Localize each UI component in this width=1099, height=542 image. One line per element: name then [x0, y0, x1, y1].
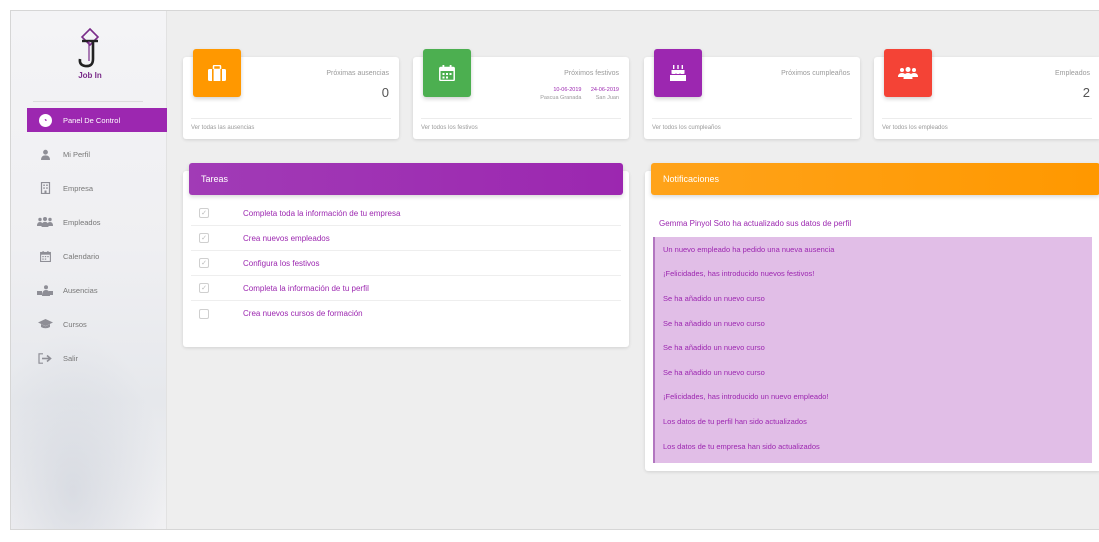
card-proximos-festivos: Próximos festivos 10-06-2019 24-06-2019 … [413, 49, 629, 139]
task-checkbox[interactable] [199, 308, 209, 319]
card-proximas-ausencias: Próximas ausencias 0 Ver todas las ausen… [183, 49, 399, 139]
notification-item[interactable]: Se ha añadido un nuevo curso [655, 311, 1092, 336]
task-label[interactable]: Configura los festivos [243, 259, 319, 268]
sidebar-item-label: Salir [63, 353, 79, 363]
ver-empleados-link[interactable]: Ver todos los empleados [882, 125, 948, 131]
sidebar-item-empresa[interactable]: Empresa [27, 171, 167, 205]
card-title: Próximas ausencias [326, 70, 389, 77]
task-checkbox[interactable]: ✓ [199, 283, 209, 293]
users-icon [884, 49, 932, 97]
card-divider [652, 118, 852, 119]
task-label[interactable]: Crea nuevos cursos de formación [243, 309, 363, 318]
card-title: Próximos cumpleaños [781, 70, 850, 77]
notification-item[interactable]: Un nuevo empleado ha pedido una nueva au… [655, 237, 1092, 262]
ver-festivos-link[interactable]: Ver todos los festivos [421, 125, 478, 131]
sidebar-item-cursos[interactable]: Cursos [27, 307, 167, 341]
sidebar-item-panel-de-control[interactable]: ◔ Panel De Control [27, 108, 167, 132]
festivo-name: San Juan [595, 95, 619, 101]
notification-item[interactable]: ¡Felicidades, has introducido un nuevo e… [655, 385, 1092, 410]
absence-icon [37, 283, 53, 297]
card-divider [421, 118, 621, 119]
task-label[interactable]: Completa toda la información de tu empre… [243, 209, 400, 218]
task-label[interactable]: Completa la información de tu perfil [243, 284, 369, 293]
notification-item[interactable]: Se ha añadido un nuevo curso [655, 286, 1092, 311]
ver-ausencias-link[interactable]: Ver todas las ausencias [191, 125, 254, 131]
task-row: ✓ Completa toda la información de tu emp… [191, 201, 621, 226]
birthday-cake-icon [654, 49, 702, 97]
task-row: Crea nuevos cursos de formación [191, 301, 621, 326]
card-title: Empleados [1054, 70, 1090, 77]
notification-list: Un nuevo empleado ha pedido una nueva au… [653, 237, 1092, 463]
sidebar-item-label: Empleados [63, 217, 101, 227]
task-checkbox[interactable]: ✓ [199, 233, 209, 243]
festivo-date: 24-06-2019 [590, 87, 619, 93]
festivos-list: 10-06-2019 24-06-2019 Pascua Granada San… [535, 86, 619, 102]
notification-item[interactable]: Los datos de tu empresa han sido actuali… [655, 434, 1092, 459]
notification-item[interactable]: Se ha añadido un nuevo curso [655, 335, 1092, 360]
sidebar-item-salir[interactable]: Salir [27, 341, 167, 375]
sidebar-item-calendario[interactable]: Calendario [27, 239, 167, 273]
user-icon [37, 147, 53, 161]
sidebar-nav: ◔ Panel De Control Mi Perfil Empresa Emp… [27, 108, 167, 375]
task-label[interactable]: Crea nuevos empleados [243, 234, 330, 243]
group-icon [37, 215, 53, 229]
festivo-name: Pascua Granada [540, 95, 582, 101]
sidebar-item-label: Ausencias [63, 285, 98, 295]
exit-icon [37, 351, 53, 365]
building-icon [37, 181, 53, 195]
card-proximos-cumpleanos: Próximos cumpleaños Ver todos los cumple… [644, 49, 860, 139]
sidebar-item-mi-perfil[interactable]: Mi Perfil [27, 137, 167, 171]
card-value: 2 [1082, 85, 1090, 100]
tasks-panel: Tareas ✓ Completa toda la información de… [183, 163, 629, 347]
task-row: ✓ Configura los festivos [191, 251, 621, 276]
tasks-header: Tareas [189, 163, 623, 195]
sidebar-divider [33, 101, 143, 102]
ver-cumpleanos-link[interactable]: Ver todos los cumpleaños [652, 125, 721, 131]
task-checkbox[interactable]: ✓ [199, 208, 209, 218]
logo-mark-icon [78, 27, 100, 68]
calendar-icon [37, 249, 53, 263]
task-row: ✓ Crea nuevos empleados [191, 226, 621, 251]
notification-item[interactable]: Se ha añadido un nuevo curso [655, 360, 1092, 385]
sidebar-item-label: Empresa [63, 183, 94, 193]
notification-item[interactable]: Gemma Pinyol Soto ha actualizado sus dat… [659, 219, 851, 228]
dashboard-icon: ◔ [37, 113, 53, 127]
sidebar-item-label: Mi Perfil [63, 149, 91, 159]
notifications-header: Notificaciones [651, 163, 1099, 195]
calendar-icon [423, 49, 471, 97]
card-value: 0 [381, 85, 389, 100]
sidebar-item-label: Cursos [63, 319, 87, 329]
task-row: ✓ Completa la información de tu perfil [191, 276, 621, 301]
notification-item[interactable]: ¡Felicidades, has introducido nuevos fes… [655, 262, 1092, 287]
sidebar-item-ausencias[interactable]: Ausencias [27, 273, 167, 307]
sidebar-item-label: Panel De Control [63, 115, 121, 125]
logo-wordmark: Job In [78, 71, 102, 80]
notifications-panel: Notificaciones Gemma Pinyol Soto ha actu… [645, 163, 1099, 471]
sidebar-item-empleados[interactable]: Empleados [27, 205, 167, 239]
notification-item[interactable]: Los datos de tu perfil han sido actualiz… [655, 409, 1092, 434]
graduation-cap-icon [37, 317, 53, 331]
card-divider [882, 118, 1092, 119]
task-checkbox[interactable]: ✓ [199, 258, 209, 268]
sidebar-item-label: Calendario [63, 251, 100, 261]
briefcase-icon [193, 49, 241, 97]
jobin-logo[interactable]: Job In [65, 27, 115, 87]
card-title: Próximos festivos [564, 70, 619, 77]
card-divider [191, 118, 391, 119]
app-window: Job In ◔ Panel De Control Mi Perfil Empr… [10, 10, 1099, 530]
sidebar: Job In ◔ Panel De Control Mi Perfil Empr… [11, 11, 167, 529]
festivo-date: 10-06-2019 [553, 87, 582, 93]
card-empleados: Empleados 2 Ver todos los empleados [874, 49, 1099, 139]
